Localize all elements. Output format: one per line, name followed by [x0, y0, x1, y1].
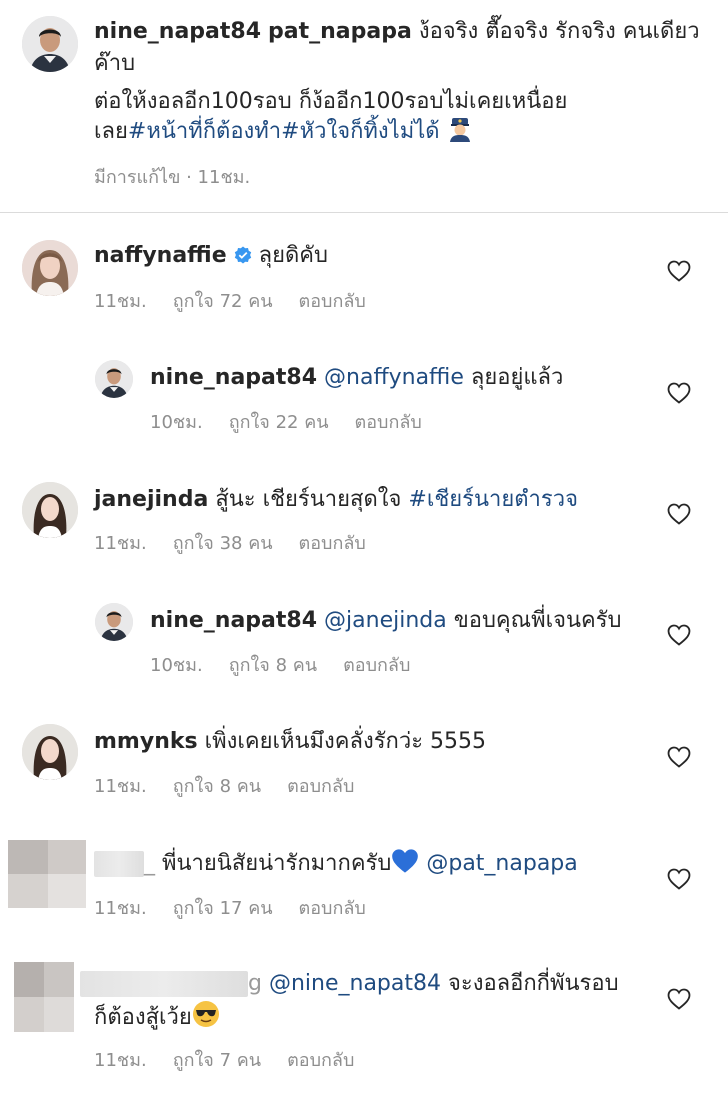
comment-time: 10ชม. [150, 655, 203, 676]
caption-line-2: ค๊าบ [94, 51, 136, 76]
commenter-avatar-blurred[interactable] [8, 840, 86, 908]
reply-button[interactable]: ตอบกลับ [287, 776, 354, 797]
blurred-username [94, 851, 144, 877]
comment-text: nine_napat84 @naffynaffie ลุยอยู่แล้ว [150, 362, 563, 393]
like-heart-icon[interactable] [667, 382, 691, 404]
comment-mention[interactable]: @naffynaffie [324, 365, 464, 390]
commenter-avatar[interactable] [95, 360, 133, 398]
reply-button[interactable]: ตอบกลับ [299, 533, 366, 554]
comment-hashtag[interactable]: #เชียร์นายตำรวจ [408, 487, 578, 512]
commenter-avatar-blurred[interactable] [14, 962, 74, 1032]
comment-body-2: ก็ต้องสู้เว้ย [94, 1005, 192, 1030]
like-heart-icon[interactable] [667, 624, 691, 646]
comment-text: _ พี่นายนิสัยน่ารักมากครับ @pat_napapa [94, 848, 578, 883]
comment-username[interactable]: naffynaffie [94, 243, 227, 268]
caption-hashtag-2[interactable]: #หัวใจก็ทิ้งไม่ได้ [281, 119, 439, 144]
comment-body: ลุยอยู่แล้ว [470, 365, 564, 390]
police-officer-emoji [447, 116, 473, 151]
comment-likes[interactable]: ถูกใจ 38 คน [173, 533, 273, 554]
comment-time: 11ชม. [94, 1050, 147, 1071]
reply-button[interactable]: ตอบกลับ [299, 291, 366, 312]
comment-likes[interactable]: ถูกใจ 17 คน [173, 898, 273, 919]
comment-text: mmynks เพิ่งเคยเห็นมึงคลั่งรักว่ะ 5555 [94, 726, 486, 757]
comment-text: nine_napat84 @janejinda ขอบคุณพี่เจนครับ [150, 605, 622, 636]
divider [0, 212, 728, 213]
author-avatar[interactable] [22, 16, 78, 72]
caption-line-3: ต่อให้งอลอีก100รอบ ก็ง้ออีก100รอบไม่เคยเ… [94, 89, 568, 114]
comment-likes[interactable]: ถูกใจ 8 คน [229, 655, 317, 676]
comment-body: สู้นะ เชียร์นายสุดใจ [215, 487, 402, 512]
comment-time: 11ชม. [94, 898, 147, 919]
like-heart-icon[interactable] [667, 746, 691, 768]
comment-likes[interactable]: ถูกใจ 22 คน [229, 412, 329, 433]
caption-meta: มีการแก้ไข · 11ชม. [94, 167, 251, 188]
caption-line-4: เลย#หน้าที่ก็ต้องทำ#หัวใจก็ทิ้งไม่ได้ [94, 116, 473, 151]
comment-meta: 11ชม. ถูกใจ 8 คน ตอบกลับ [94, 771, 380, 800]
comment-mention[interactable]: @nine_napat84 [269, 971, 441, 996]
comment-body: ขอบคุณพี่เจนครับ [453, 608, 622, 633]
comment-meta: 10ชม. ถูกใจ 22 คน ตอบกลับ [150, 407, 448, 436]
sunglasses-emoji [192, 1000, 220, 1037]
comment-username[interactable]: janejinda [94, 487, 208, 512]
comment-username[interactable]: g [248, 971, 262, 996]
like-heart-icon[interactable] [667, 260, 691, 282]
caption-line-1: nine_napat84 pat_napapa ง้อจริง ตื๊อจริง… [94, 16, 724, 47]
caption-text-1: ง้อจริง ตื๊อจริง รักจริง คนเดียว [418, 19, 700, 44]
like-heart-icon[interactable] [667, 868, 691, 890]
blurred-username [80, 971, 248, 997]
comment-time: 11ชม. [94, 533, 147, 554]
comment-text: janejinda สู้นะ เชียร์นายสุดใจ #เชียร์นา… [94, 484, 578, 515]
comment-username[interactable]: _ [144, 851, 155, 876]
comment-username[interactable]: nine_napat84 [150, 608, 317, 633]
comment-time: 10ชม. [150, 412, 203, 433]
commenter-avatar[interactable] [22, 240, 78, 296]
comment-body: พี่นายนิสัยน่ารักมากครับ [162, 851, 392, 876]
comment-meta: 11ชม. ถูกใจ 17 คน ตอบกลับ [94, 893, 392, 922]
reply-button[interactable]: ตอบกลับ [299, 898, 366, 919]
comment-text: g @nine_napat84 จะงอลอีกกี่พันรอบ [80, 968, 619, 999]
blue-heart-emoji [391, 848, 419, 883]
commenter-avatar[interactable] [95, 603, 133, 641]
comment-username[interactable]: mmynks [94, 729, 198, 754]
reply-button[interactable]: ตอบกลับ [343, 655, 410, 676]
comment-likes[interactable]: ถูกใจ 72 คน [173, 291, 273, 312]
caption-username[interactable]: nine_napat84 [94, 19, 261, 44]
comment-likes[interactable]: ถูกใจ 7 คน [173, 1050, 261, 1071]
caption-text-4: เลย [94, 119, 128, 144]
caption-mention[interactable]: pat_napapa [268, 19, 412, 44]
like-heart-icon[interactable] [667, 988, 691, 1010]
comment-text: naffynaffie ลุยดิคับ [94, 240, 328, 273]
commenter-avatar[interactable] [22, 724, 78, 780]
comment-time: 11ชม. [94, 291, 147, 312]
comment-body: จะงอลอีกกี่พันรอบ [448, 971, 619, 996]
comment-time: 11ชม. [94, 776, 147, 797]
comment-mention[interactable]: @pat_napapa [426, 851, 577, 876]
verified-badge-icon [234, 242, 252, 273]
comment-username[interactable]: nine_napat84 [150, 365, 317, 390]
comment-mention[interactable]: @janejinda [324, 608, 447, 633]
comment-meta: 10ชม. ถูกใจ 8 คน ตอบกลับ [150, 650, 436, 679]
comment-likes[interactable]: ถูกใจ 8 คน [173, 776, 261, 797]
comment-body: เพิ่งเคยเห็นมึงคลั่งรักว่ะ 5555 [204, 729, 487, 754]
comment-text-line-2: ก็ต้องสู้เว้ย [94, 1000, 220, 1037]
reply-button[interactable]: ตอบกลับ [355, 412, 422, 433]
post-caption: nine_napat84 pat_napapa ง้อจริง ตื๊อจริง… [0, 0, 728, 212]
comment-meta: 11ชม. ถูกใจ 7 คน ตอบกลับ [94, 1045, 380, 1074]
comment-meta: 11ชม. ถูกใจ 38 คน ตอบกลับ [94, 528, 392, 557]
caption-hashtag-1[interactable]: #หน้าที่ก็ต้องทำ [128, 119, 281, 144]
reply-button[interactable]: ตอบกลับ [287, 1050, 354, 1071]
like-heart-icon[interactable] [667, 503, 691, 525]
commenter-avatar[interactable] [22, 482, 78, 538]
comment-meta: 11ชม. ถูกใจ 72 คน ตอบกลับ [94, 286, 392, 315]
comment-body: ลุยดิคับ [258, 243, 328, 268]
